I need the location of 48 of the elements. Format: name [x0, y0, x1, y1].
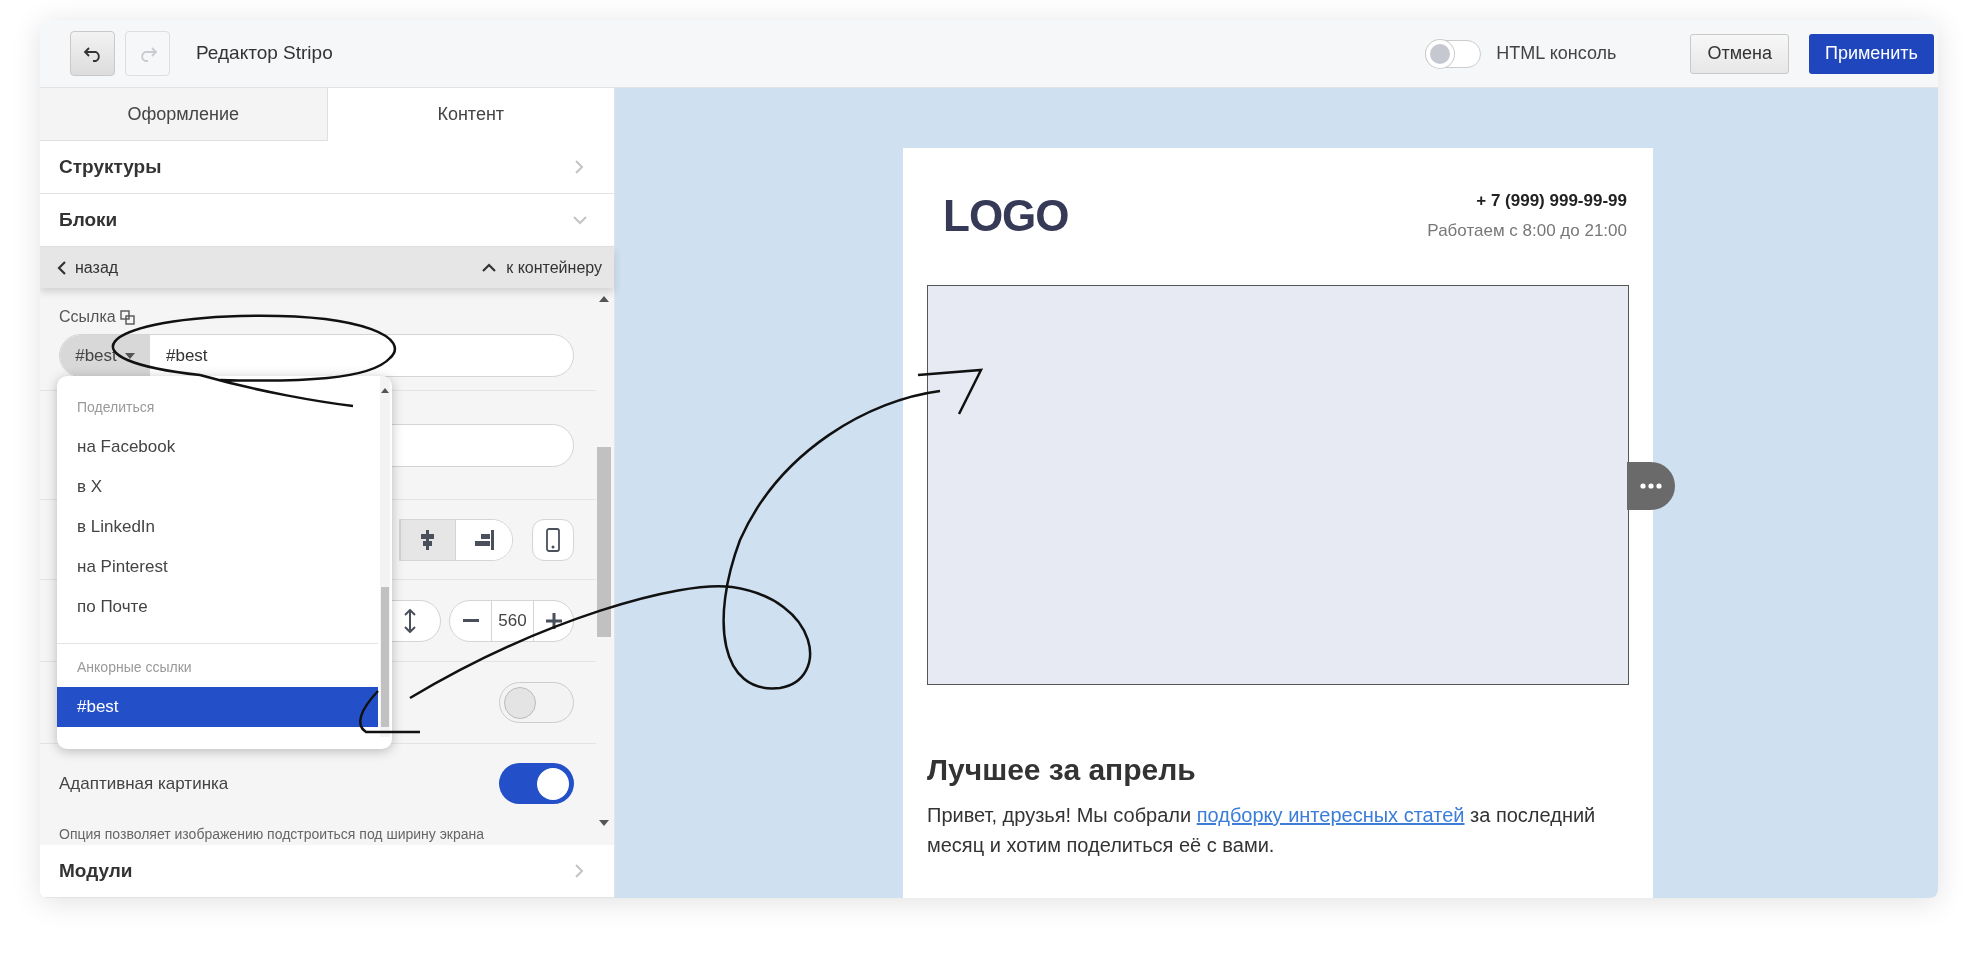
scroll-up-icon [599, 296, 609, 302]
apply-button[interactable]: Применить [1809, 33, 1934, 74]
cancel-button[interactable]: Отмена [1690, 33, 1789, 74]
toggle-switch[interactable] [499, 682, 574, 723]
group-header: Анкорные ссылки [76, 658, 193, 677]
copy-icon [119, 309, 135, 325]
vertical-resize-icon [404, 608, 416, 633]
chevron-up-icon [482, 262, 497, 273]
field-label: Ссылка [59, 307, 116, 327]
phone-number: + 7 (999) 999-99-99 [1476, 190, 1627, 212]
container-link[interactable]: к контейнеру [482, 255, 602, 280]
chevron-left-icon [57, 260, 67, 275]
align-right-icon [473, 528, 495, 551]
editor-title: Редактор Stripo [196, 41, 333, 66]
logo: LOGO [943, 194, 1069, 238]
dropdown-item[interactable]: #best [57, 687, 378, 727]
undo-icon [82, 45, 103, 62]
plus-icon [545, 612, 562, 629]
phone-icon [546, 527, 560, 552]
dropdown-item[interactable]: в LinkedIn [57, 507, 378, 547]
group-header: Поделиться [76, 398, 156, 417]
caret-down-icon [124, 352, 135, 359]
dropdown-item[interactable]: на Pinterest [57, 547, 378, 587]
toggle-switch[interactable] [1425, 39, 1482, 68]
mobile-view-button[interactable] [532, 518, 574, 561]
scroll-up-icon [381, 388, 389, 393]
more-options-button[interactable] [1627, 462, 1675, 510]
dropdown-item[interactable]: в X [57, 467, 378, 507]
working-hours: Работаем с 8:00 до 21:00 [1427, 219, 1627, 242]
option-hint: Опция позволяет изображению подстроиться под ширину экрана [59, 825, 486, 844]
link-input[interactable]: #best #best [59, 334, 574, 377]
toggle-label: HTML консоль [1496, 42, 1617, 65]
dropdown-item[interactable]: по Почте [57, 587, 378, 627]
scrollbar-thumb[interactable] [381, 587, 389, 727]
scrollbar-thumb[interactable] [597, 447, 611, 637]
back-link[interactable]: назад [57, 255, 119, 280]
toggle-switch[interactable] [499, 763, 574, 804]
undo-button[interactable] [70, 31, 115, 76]
tab[interactable]: Оформление [40, 88, 328, 141]
more-icon [1640, 483, 1662, 489]
email-paragraph: Привет, друзья! Мы собрали подборку интересных статей за последний месяц и хотим поделиться её с вами. [927, 803, 1597, 858]
dropdown-item[interactable]: на Facebook [57, 427, 378, 467]
minus-icon [462, 618, 479, 623]
scroll-down-icon [599, 820, 609, 826]
article-link[interactable]: подборку интересных статей [1196, 804, 1465, 826]
email-heading: Лучшее за апрель [927, 752, 1197, 788]
align-button[interactable] [400, 519, 456, 560]
option-label: Адаптивная картинка [59, 772, 229, 795]
